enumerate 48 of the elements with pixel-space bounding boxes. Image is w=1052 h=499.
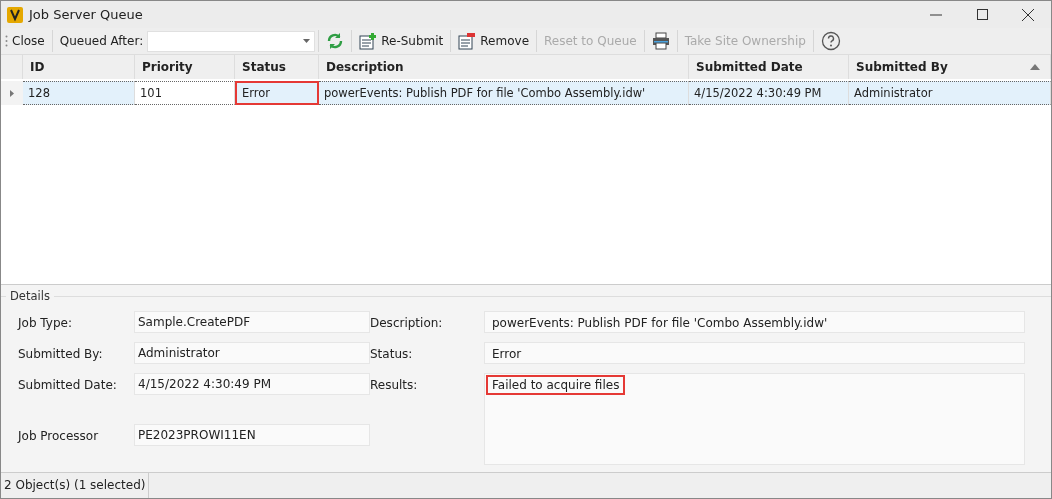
toolbar-button[interactable]: Close [8,29,49,53]
grip-icon [5,35,8,47]
table-cell: 101 [135,81,235,105]
dropdown-caret-icon [303,39,311,43]
field-value: powerEvents: Publish PDF for file 'Combo Assembly.idw' [491,315,829,331]
table-cell: 128 [23,81,135,105]
close-icon [1022,8,1034,21]
field-label: Submitted By: [18,346,104,363]
column-header[interactable]: Submitted Date [689,55,849,79]
table-cell: 4/15/2022 4:30:49 PM [689,81,849,105]
document-remove-icon [458,32,477,50]
help-icon [820,31,841,51]
field-label: Job Type: [18,315,73,332]
field-label: Job Processor [18,427,100,445]
field-label: Description: [370,315,444,332]
status-text: 2 Object(s) (1 selected) [1,473,150,498]
text-area[interactable]: Failed to acquire files [484,373,1025,465]
queued-after-label: Queued After: [58,34,145,48]
window-title: Job Server Queue [29,7,144,22]
refresh-icon [326,32,345,50]
document-add-icon [359,32,378,50]
text-field[interactable]: Administrator [134,342,370,364]
details-legend: Details [6,289,54,303]
text-field[interactable]: Error [484,342,1025,364]
column-header[interactable]: Priority [135,55,235,79]
text-field[interactable]: 4/15/2022 4:30:49 PM [134,373,370,395]
field-label: Status: [370,346,414,363]
resubmit-button[interactable]: Re-Submit [355,29,448,53]
column-header[interactable]: Submitted By [849,55,1051,79]
text-field[interactable]: PE2023PROWI11EN [134,423,370,446]
remove-button[interactable]: Remove [454,29,533,53]
app-logo-icon [7,6,23,23]
column-header[interactable]: Status [235,55,319,79]
column-header[interactable]: Description [319,55,689,79]
maximize-icon [976,9,988,20]
column-header[interactable]: ID [23,55,135,79]
field-label: Submitted Date: [18,377,118,394]
table-cell: Error [235,81,319,105]
text-field[interactable]: Sample.CreatePDF [134,311,370,333]
printer-icon [651,32,670,50]
table-cell: Administrator [849,81,1051,105]
highlighted-text: Failed to acquire files [488,377,624,393]
text-field[interactable]: powerEvents: Publish PDF for file 'Combo Assembly.idw' [484,311,1025,333]
field-label: Results: [370,377,419,394]
field-value: Error [491,346,523,362]
minimize-icon [930,13,942,16]
table-cell: powerEvents: Publish PDF for file 'Combo Assembly.idw' [319,81,689,105]
sort-ascending-icon [1030,64,1040,70]
